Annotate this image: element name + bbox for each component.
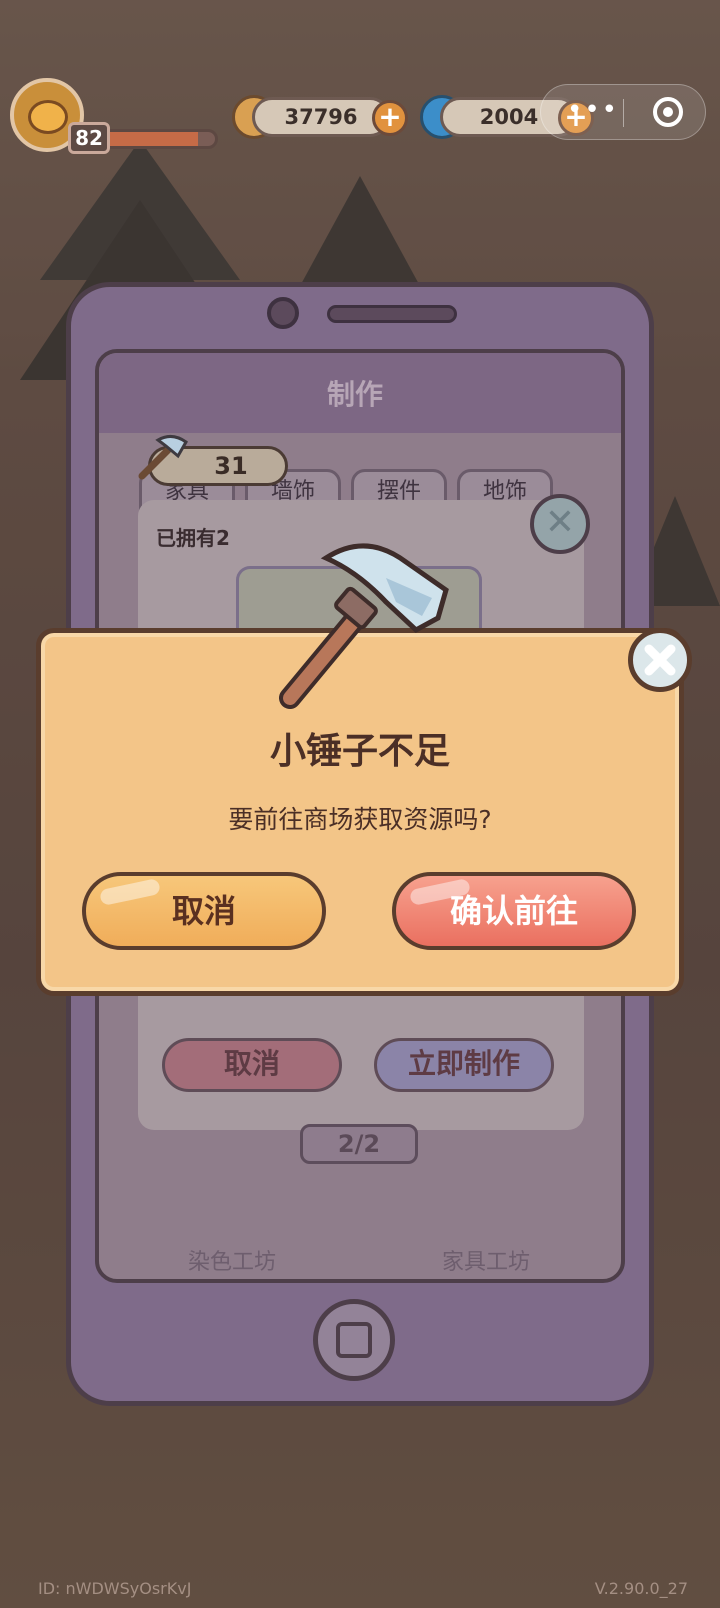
confirm-go-button[interactable]: 确认前往 (392, 872, 636, 950)
nav-dye-workshop[interactable]: 染色工坊 (188, 1244, 276, 1276)
speaker-slot (327, 305, 457, 323)
coin-counter: 37796 (252, 97, 390, 137)
home-button[interactable] (313, 1299, 395, 1381)
close-miniprogram-icon[interactable] (653, 97, 683, 127)
capsule-divider (623, 99, 624, 127)
close-icon (644, 644, 676, 676)
small-hammer-icon (138, 435, 188, 480)
miniprogram-capsule: ••• (540, 84, 706, 140)
xp-bar (100, 129, 218, 149)
craft-now-button[interactable]: 立即制作 (374, 1038, 554, 1092)
xp-bar-fill (103, 132, 199, 146)
close-icon[interactable]: ✕ (530, 494, 590, 554)
dialog-message: 要前往商场获取资源吗? (228, 805, 492, 834)
workshop-title: 制作 (327, 378, 384, 411)
craft-cancel-button[interactable]: 取消 (162, 1038, 342, 1092)
owned-count: 已拥有2 (156, 526, 230, 550)
app-version: V.2.90.0_27 (594, 1579, 688, 1598)
hammer-icon (279, 543, 449, 709)
dialog-close-button[interactable] (628, 628, 692, 692)
camera-icon (267, 297, 299, 329)
add-coins-button[interactable]: + (372, 100, 408, 136)
user-id: ID: nWDWSyOsrKvJ (38, 1579, 192, 1598)
cancel-button[interactable]: 取消 (82, 872, 326, 950)
nav-furniture-workshop[interactable]: 家具工坊 (442, 1244, 530, 1276)
more-options-icon[interactable]: ••• (567, 95, 619, 125)
lion-face-icon (28, 100, 68, 134)
level-badge: 82 (68, 122, 110, 154)
dialog-title: 小锤子不足 (269, 731, 450, 772)
page-indicator: 2/2 (300, 1124, 418, 1164)
